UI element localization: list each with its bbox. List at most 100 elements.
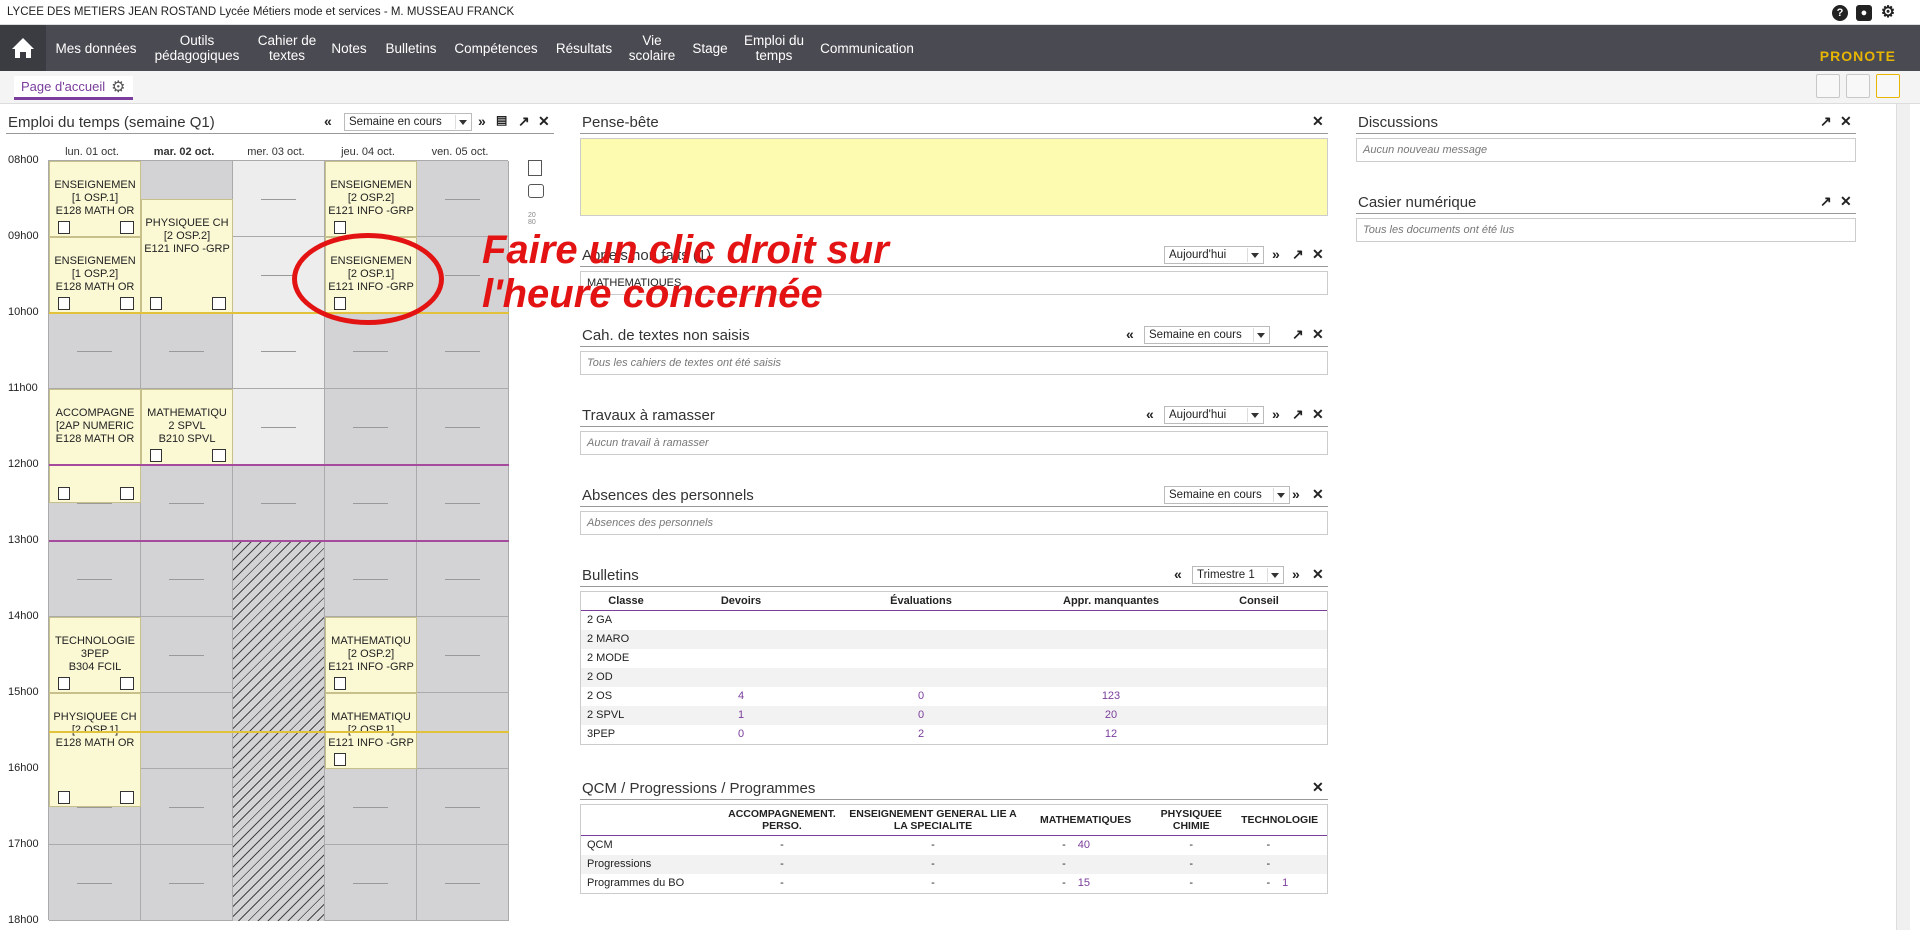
print-icon[interactable]	[1846, 74, 1870, 98]
absences-select[interactable]: Semaine en cours	[1164, 486, 1290, 504]
close-icon[interactable]: ✕	[1312, 326, 1324, 343]
timetable-slot[interactable]	[325, 541, 417, 617]
table-row[interactable]: 2 MARO	[581, 629, 1327, 649]
nav-communication[interactable]: Communication	[814, 25, 920, 71]
attendance-icon[interactable]	[212, 297, 226, 310]
course-block[interactable]: ENSEIGNEMEN [2 OSP.2] E121 INFO -GRP	[325, 161, 417, 237]
bulletins-select[interactable]: Trimestre 1	[1192, 566, 1284, 584]
hour-label[interactable]: 13h00	[8, 534, 39, 546]
course-block[interactable]: PHYSIQUEE CH [2 OSP.1] E128 MATH OR	[49, 693, 141, 807]
homework-icon[interactable]	[150, 297, 162, 310]
next-period-icon[interactable]: »	[1292, 566, 1300, 582]
timetable-slot[interactable]	[233, 313, 325, 389]
attendance-icon[interactable]	[120, 487, 134, 500]
nav-vie-scolaire[interactable]: Vie scolaire	[622, 25, 682, 71]
expand-icon[interactable]: ↗	[1292, 406, 1304, 423]
table-row[interactable]: 2 OS 4 0 123	[581, 687, 1327, 706]
pense-bete-note[interactable]	[580, 138, 1328, 216]
course-block[interactable]: TECHNOLOGIE 3PEP B304 FCIL	[49, 617, 141, 693]
comment-icon[interactable]	[528, 184, 544, 198]
hour-label[interactable]: 08h00	[8, 154, 39, 166]
page-scrollbar[interactable]	[1896, 104, 1910, 930]
timetable-slot[interactable]	[49, 313, 141, 389]
nav-outils-pedagogiques[interactable]: Outils pédagogiques	[146, 25, 248, 71]
close-icon[interactable]: ✕	[538, 113, 550, 130]
timetable-slot[interactable]	[233, 161, 325, 237]
expand-icon[interactable]: ↗	[1820, 113, 1832, 130]
close-icon[interactable]: ✕	[1840, 113, 1852, 130]
nav-mes-donnees[interactable]: Mes données	[52, 25, 140, 71]
save-icon[interactable]	[1816, 74, 1840, 98]
table-row[interactable]: 2 GA	[581, 611, 1327, 630]
expand-icon[interactable]: ↗	[1820, 193, 1832, 210]
chat-icon[interactable]: ●	[1856, 5, 1872, 21]
previous-day-icon[interactable]: «	[1146, 406, 1154, 422]
attendance-icon[interactable]	[120, 791, 134, 804]
timetable-slot[interactable]	[49, 845, 141, 921]
expand-icon[interactable]: ↗	[1292, 246, 1304, 263]
timetable-slot[interactable]	[141, 541, 233, 617]
cahier-select[interactable]: Semaine en cours	[1144, 326, 1270, 344]
timetable-slot[interactable]	[141, 465, 233, 541]
timetable-slot[interactable]	[233, 389, 325, 465]
help-icon[interactable]: ?	[1832, 5, 1848, 21]
close-icon[interactable]: ✕	[1312, 779, 1324, 796]
table-row[interactable]: 3PEP 0 2 12	[581, 725, 1327, 744]
tab-page-accueil[interactable]: Page d'accueil ⚙	[14, 76, 133, 100]
appels-select[interactable]: Aujourd'hui	[1164, 246, 1264, 264]
timetable-slot[interactable]	[141, 769, 233, 845]
homework-icon[interactable]	[58, 677, 70, 690]
table-row[interactable]: 2 SPVL 1 0 20	[581, 705, 1327, 725]
course-block[interactable]: PHYSIQUEE CH [2 OSP.2] E121 INFO -GRP	[141, 199, 233, 313]
timetable-slot[interactable]	[417, 541, 509, 617]
nav-resultats[interactable]: Résultats	[548, 25, 620, 71]
nav-bulletins[interactable]: Bulletins	[378, 25, 444, 71]
hour-label[interactable]: 15h00	[8, 686, 39, 698]
travaux-select[interactable]: Aujourd'hui	[1164, 406, 1264, 424]
homework-icon[interactable]	[334, 221, 346, 234]
table-row[interactable]: 2 OD	[581, 667, 1327, 687]
timetable-slot[interactable]	[417, 313, 509, 389]
hour-label[interactable]: 18h00	[8, 914, 39, 926]
hour-label[interactable]: 17h00	[8, 838, 39, 850]
table-row[interactable]: 2 MODE	[581, 649, 1327, 668]
attendance-icon[interactable]	[212, 449, 226, 462]
table-row[interactable]: QCM - - -40- -	[581, 836, 1327, 855]
timetable-slot[interactable]	[233, 465, 325, 541]
close-icon[interactable]: ✕	[1840, 193, 1852, 210]
expand-icon[interactable]: ↗	[518, 113, 530, 130]
previous-week-icon[interactable]: «	[1126, 326, 1134, 342]
course-block[interactable]: MATHEMATIQU [2 OSP.2] E121 INFO -GRP	[325, 617, 417, 693]
attendance-icon[interactable]	[120, 221, 134, 234]
hour-label[interactable]: 10h00	[8, 306, 39, 318]
table-row[interactable]: Progressions - - - - -	[581, 854, 1327, 874]
timetable-slot[interactable]	[417, 389, 509, 465]
timetable-slot[interactable]	[325, 845, 417, 921]
homework-icon[interactable]	[58, 221, 70, 234]
close-icon[interactable]: ✕	[1312, 246, 1324, 263]
hour-label[interactable]: 16h00	[8, 762, 39, 774]
hour-label[interactable]: 09h00	[8, 230, 39, 242]
timetable-slot[interactable]	[417, 769, 509, 845]
hour-label[interactable]: 12h00	[8, 458, 39, 470]
homework-icon[interactable]	[58, 297, 70, 310]
settings-gear-icon[interactable]: ⚙	[111, 77, 125, 97]
close-icon[interactable]: ✕	[1312, 486, 1324, 503]
home-button[interactable]	[0, 25, 46, 71]
week-select[interactable]: Semaine en cours	[344, 113, 472, 131]
expand-icon[interactable]: ↗	[1292, 326, 1304, 343]
homework-icon[interactable]	[334, 753, 346, 766]
hour-label[interactable]: 11h00	[8, 382, 38, 394]
table-row[interactable]: Programmes du BO - - -15- -1	[581, 874, 1327, 893]
close-icon[interactable]: ✕	[1312, 566, 1324, 583]
document-icon[interactable]	[528, 160, 542, 176]
course-block[interactable]: ENSEIGNEMEN [1 OSP.1] E128 MATH OR	[49, 161, 141, 237]
previous-week-icon[interactable]: «	[324, 113, 332, 129]
next-day-icon[interactable]: »	[1272, 406, 1280, 422]
homework-icon[interactable]	[334, 677, 346, 690]
timetable-slot[interactable]	[417, 845, 509, 921]
close-icon[interactable]: ✕	[1312, 113, 1324, 130]
display-options-icon[interactable]: ▤	[496, 113, 507, 127]
timetable-slot[interactable]	[141, 617, 233, 693]
homework-icon[interactable]	[58, 487, 70, 500]
